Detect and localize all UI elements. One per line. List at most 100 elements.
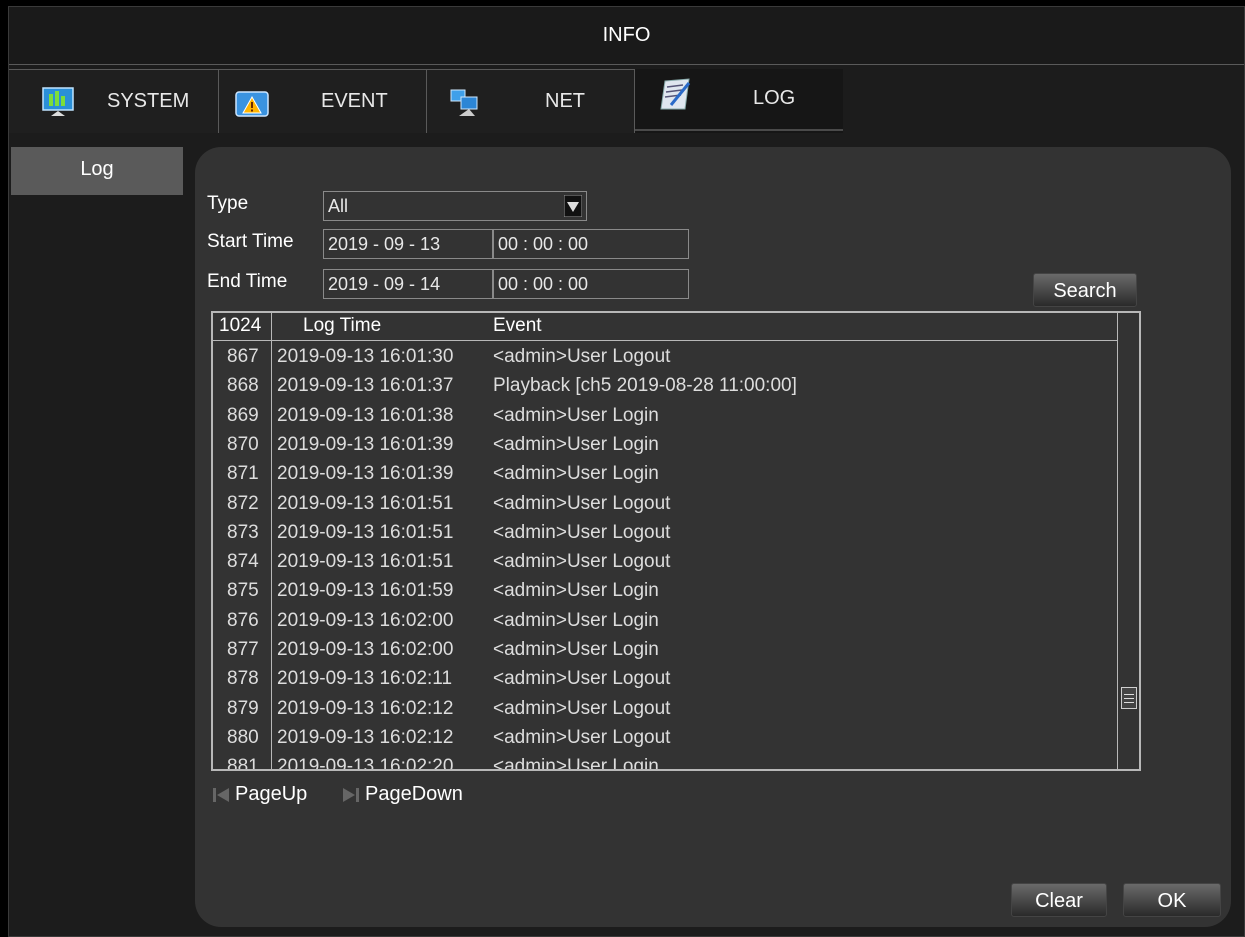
row-log-time: 2019-09-13 16:01:37 <box>277 375 454 397</box>
start-time-label: Start Time <box>207 231 294 252</box>
table-row[interactable]: 873 2019-09-13 16:01:51 <admin>User Logout <box>213 519 1117 548</box>
table-row[interactable]: 870 2019-09-13 16:01:39 <admin>User Login <box>213 431 1117 460</box>
row-number: 880 <box>227 726 259 748</box>
tab-log-label: LOG <box>753 87 796 109</box>
info-window: INFO SYSTEM EVENT NET LOG Log Type All S… <box>8 6 1245 937</box>
row-number: 874 <box>227 551 259 573</box>
row-log-time: 2019-09-13 16:01:51 <box>277 521 454 543</box>
row-number: 868 <box>227 375 259 397</box>
tab-net-label: NET <box>545 90 585 112</box>
log-table-scrollbar[interactable] <box>1117 313 1139 769</box>
table-row[interactable]: 877 2019-09-13 16:02:00 <admin>User Login <box>213 636 1117 665</box>
table-row[interactable]: 874 2019-09-13 16:01:51 <admin>User Logout <box>213 548 1117 577</box>
tab-system-label: SYSTEM <box>107 90 190 112</box>
tab-log[interactable]: LOG <box>635 69 843 133</box>
start-date-field[interactable]: 2019 - 09 - 13 <box>323 229 493 259</box>
row-event: <admin>User Logout <box>493 726 671 748</box>
page-down-label: PageDown <box>365 783 463 805</box>
row-log-time: 2019-09-13 16:01:39 <box>277 433 454 455</box>
row-log-time: 2019-09-13 16:02:00 <box>277 609 454 631</box>
page-down-button[interactable]: PageDown <box>343 783 463 806</box>
row-event: <admin>User Logout <box>493 492 671 514</box>
table-row[interactable]: 871 2019-09-13 16:01:39 <admin>User Login <box>213 460 1117 489</box>
network-icon <box>450 89 478 116</box>
row-event: <admin>User Login <box>493 463 659 485</box>
row-event: Playback [ch5 2019-08-28 11:00:00] <box>493 375 797 397</box>
row-event: <admin>User Logout <box>493 521 671 543</box>
table-row[interactable]: 872 2019-09-13 16:01:51 <admin>User Logout <box>213 490 1117 519</box>
row-number: 876 <box>227 609 259 631</box>
row-event: <admin>User Login <box>493 580 659 602</box>
type-select-value: All <box>328 196 349 216</box>
row-number: 877 <box>227 639 259 660</box>
row-number: 867 <box>227 346 259 367</box>
page-down-icon <box>343 787 359 802</box>
row-log-time: 2019-09-13 16:01:59 <box>277 580 454 602</box>
sidebar-item-log[interactable]: Log <box>11 147 183 195</box>
page-up-button[interactable]: PageUp <box>213 783 307 806</box>
window-title: INFO <box>9 7 1244 65</box>
row-number: 878 <box>227 668 259 690</box>
row-number: 869 <box>227 404 259 426</box>
row-log-time: 2019-09-13 16:02:12 <box>277 697 454 719</box>
table-row[interactable]: 875 2019-09-13 16:01:59 <admin>User Login <box>213 577 1117 606</box>
tab-system[interactable]: SYSTEM <box>9 69 219 133</box>
table-row[interactable]: 868 2019-09-13 16:01:37 Playback [ch5 2019… <box>213 372 1117 401</box>
start-time-field[interactable]: 00 : 00 : 00 <box>493 229 689 259</box>
row-log-time: 2019-09-13 16:01:30 <box>277 346 454 367</box>
log-table-header: 1024 Log Time Event <box>213 313 1117 341</box>
row-event: <admin>User Logout <box>493 551 671 573</box>
row-event: <admin>User Logout <box>493 668 671 690</box>
end-time-field[interactable]: 00 : 00 : 00 <box>493 269 689 299</box>
table-row[interactable]: 867 2019-09-13 16:01:30 <admin>User Logout <box>213 343 1117 372</box>
tab-event[interactable]: EVENT <box>219 69 427 133</box>
log-count: 1024 <box>219 315 262 336</box>
column-header-event: Event <box>493 315 542 336</box>
log-table: 1024 Log Time Event 867 2019-09-13 16:01:… <box>211 311 1141 771</box>
row-event: <admin>User Login <box>493 609 659 631</box>
column-header-log-time: Log Time <box>303 315 382 336</box>
table-row[interactable]: 876 2019-09-13 16:02:00 <admin>User Login <box>213 607 1117 636</box>
row-log-time: 2019-09-13 16:02:11 <box>277 668 453 690</box>
table-row[interactable]: 880 2019-09-13 16:02:12 <admin>User Logout <box>213 724 1117 753</box>
system-monitor-icon <box>42 87 74 116</box>
tab-net[interactable]: NET <box>427 69 635 133</box>
row-log-time: 2019-09-13 16:01:51 <box>277 551 454 573</box>
table-row[interactable]: 881 2019-09-13 16:02:20 <admin>User Login <box>213 753 1117 771</box>
tab-event-label: EVENT <box>321 90 388 112</box>
page-up-label: PageUp <box>235 783 308 805</box>
type-label: Type <box>207 193 249 214</box>
end-date-field[interactable]: 2019 - 09 - 14 <box>323 269 493 299</box>
page-up-icon <box>213 787 229 802</box>
clear-button[interactable]: Clear <box>1011 883 1107 917</box>
row-event: <admin>User Login <box>493 404 659 426</box>
row-number: 873 <box>227 521 259 543</box>
log-panel: Type All Start Time 2019 - 09 - 13 00 : … <box>195 147 1231 927</box>
table-row[interactable]: 879 2019-09-13 16:02:12 <admin>User Logout <box>213 695 1117 724</box>
row-number: 879 <box>227 697 259 719</box>
row-log-time: 2019-09-13 16:01:51 <box>277 492 454 514</box>
row-log-time: 2019-09-13 16:02:12 <box>277 726 454 748</box>
ok-button[interactable]: OK <box>1123 883 1221 917</box>
row-event: <admin>User Login <box>493 639 659 660</box>
type-select[interactable]: All <box>323 191 587 221</box>
row-number: 871 <box>227 463 259 485</box>
scrollbar-thumb[interactable] <box>1121 687 1137 709</box>
search-button[interactable]: Search <box>1033 273 1137 307</box>
row-log-time: 2019-09-13 16:02:00 <box>277 639 454 660</box>
table-row[interactable]: 869 2019-09-13 16:01:38 <admin>User Login <box>213 402 1117 431</box>
row-event: <admin>User Login <box>493 756 659 771</box>
row-log-time: 2019-09-13 16:02:20 <box>277 756 454 771</box>
row-event: <admin>User Logout <box>493 346 671 367</box>
row-log-time: 2019-09-13 16:01:38 <box>277 404 454 426</box>
chevron-down-icon <box>564 195 582 217</box>
row-number: 875 <box>227 580 259 602</box>
tab-bar: SYSTEM EVENT NET LOG <box>9 69 1244 133</box>
row-number: 872 <box>227 492 259 514</box>
warning-icon <box>235 91 269 117</box>
row-event: <admin>User Login <box>493 433 659 455</box>
row-event: <admin>User Logout <box>493 697 671 719</box>
row-log-time: 2019-09-13 16:01:39 <box>277 463 454 485</box>
table-row[interactable]: 878 2019-09-13 16:02:11 <admin>User Logout <box>213 665 1117 694</box>
end-time-label: End Time <box>207 271 288 292</box>
